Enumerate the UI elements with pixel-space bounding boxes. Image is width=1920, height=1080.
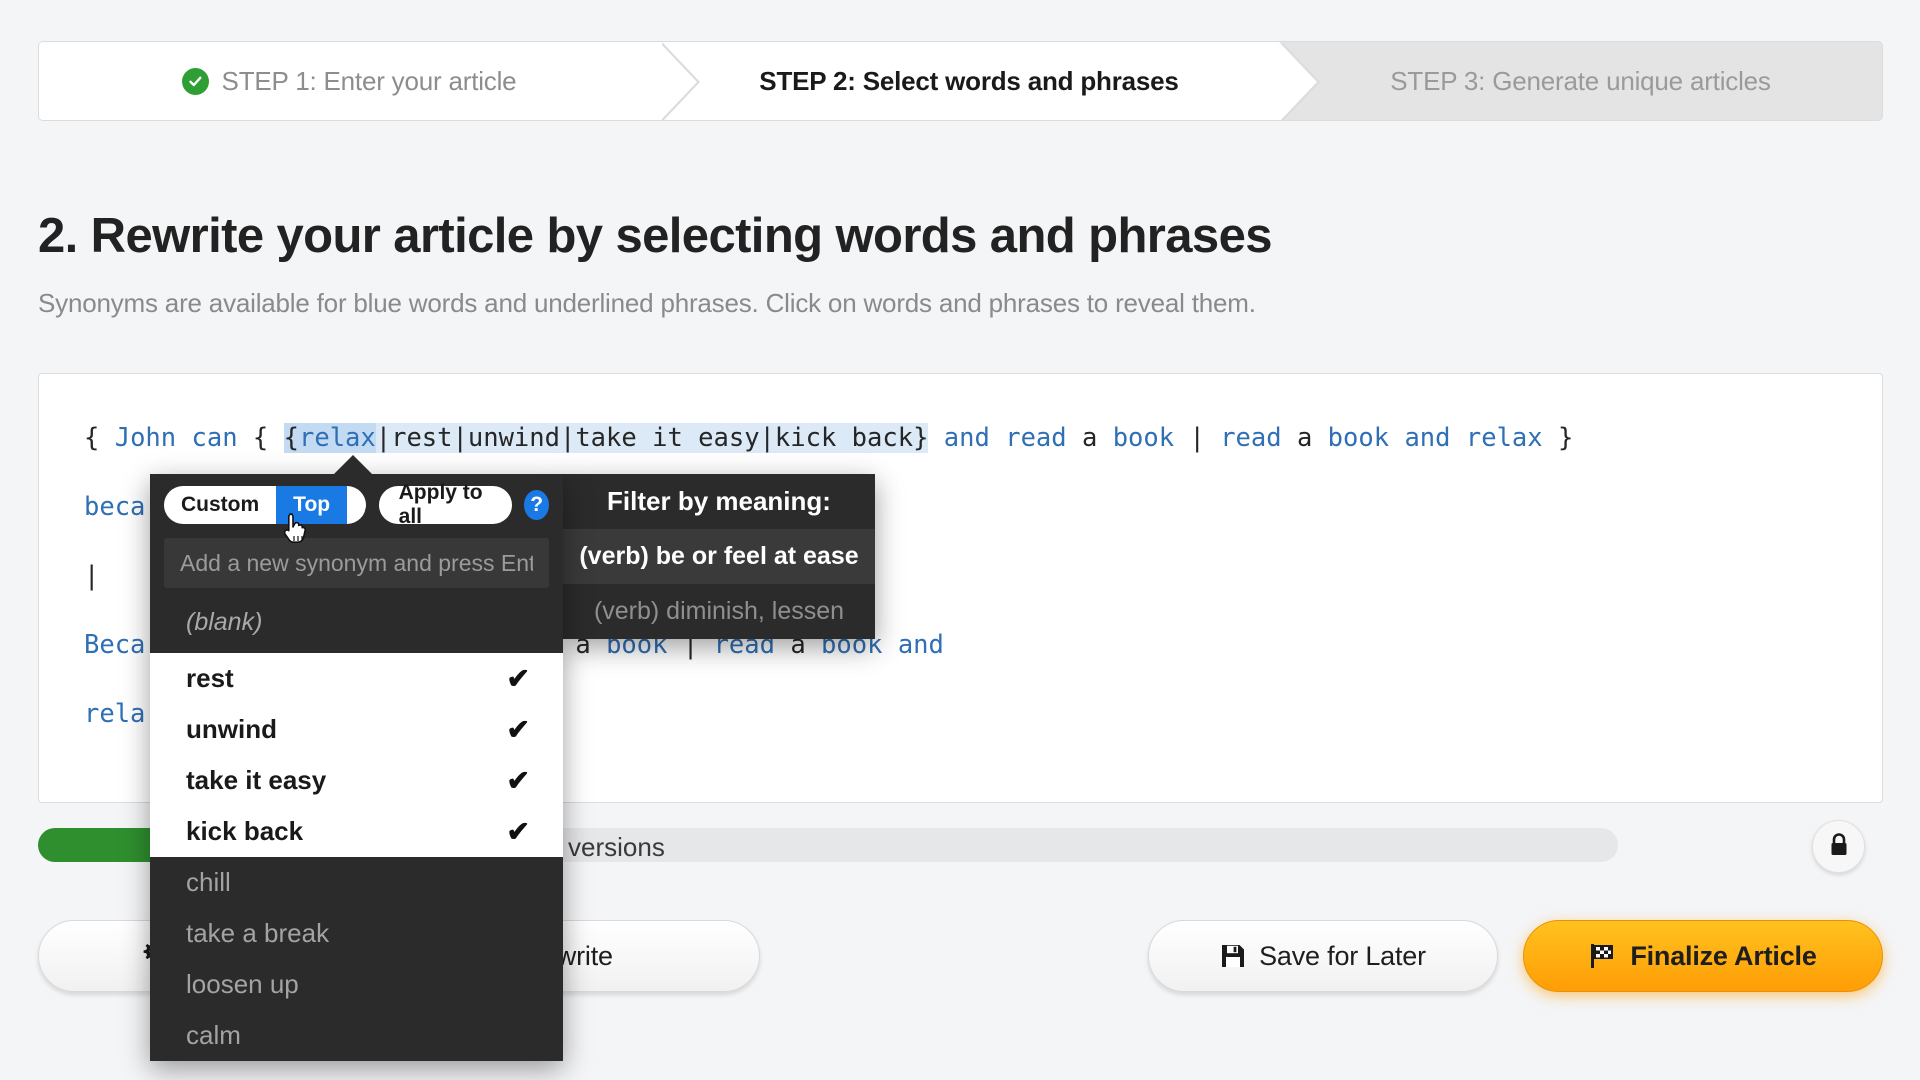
check-icon: ✔ <box>506 765 530 796</box>
t: a <box>1066 423 1113 453</box>
synonym-blank-label: (blank) <box>186 608 263 636</box>
page-root: STEP 1: Enter your article STEP 2: Selec… <box>0 0 1920 1080</box>
synonym-popup-toolbar: Custom Top All Apply to all ? <box>150 474 563 534</box>
article-line-2[interactable]: beca <box>84 492 145 522</box>
synonym-item-chill-label: chill <box>186 867 231 897</box>
synonym-item-take-it-easy[interactable]: take it easy ✔ <box>150 755 563 806</box>
t <box>882 630 897 660</box>
apply-to-all-label: Apply to all <box>398 481 483 528</box>
step-item-3[interactable]: STEP 3: Generate unique articles <box>1279 42 1882 120</box>
finalize-article-label: Finalize Article <box>1630 940 1817 971</box>
synonym-item-rest[interactable]: rest ✔ <box>150 653 563 704</box>
t: { <box>84 423 115 453</box>
save-for-later-label: Save for Later <box>1259 940 1426 971</box>
floppy-disk-icon <box>1220 943 1246 969</box>
meaning-option-1-label: (verb) diminish, lessen <box>593 597 845 625</box>
meaning-option-0-label: (verb) be or feel at ease <box>579 542 859 570</box>
article-line-5[interactable]: rela <box>84 699 145 729</box>
help-icon-label: ? <box>530 493 544 516</box>
synonym-item-kick-back-label: kick back <box>186 816 304 846</box>
help-icon[interactable]: ? <box>524 490 549 520</box>
t <box>1389 423 1404 453</box>
selected-synonyms-list: rest ✔ unwind ✔ take it easy ✔ kick back… <box>150 653 563 857</box>
word-relax-2[interactable]: relax <box>1466 423 1543 453</box>
synonym-item-take-it-easy-label: take it easy <box>186 765 327 795</box>
spin-open-brace: { <box>283 423 299 453</box>
tab-all[interactable]: All <box>347 486 366 524</box>
meaning-filter-panel: Filter by meaning: (verb) be or feel at … <box>563 474 875 639</box>
t: | <box>1174 423 1221 453</box>
spin-alternatives[interactable]: |rest|unwind|take it easy|kick back} <box>376 423 929 453</box>
t <box>990 423 1005 453</box>
tab-all-label: All <box>364 493 366 517</box>
tab-custom-label: Custom <box>181 493 260 516</box>
checkered-flag-icon <box>1589 942 1617 970</box>
word-and-2[interactable]: and <box>1404 423 1450 453</box>
synonym-item-calm[interactable]: calm <box>150 1010 563 1061</box>
check-icon: ✔ <box>506 714 530 745</box>
synonym-popup: Custom Top All Apply to all ? (blank) <box>150 474 563 1061</box>
synonym-item-loosen-up[interactable]: loosen up <box>150 959 563 1010</box>
unselected-synonyms-list: chill take a break loosen up calm <box>150 857 563 1061</box>
t: { <box>237 423 284 453</box>
word-john[interactable]: John <box>115 423 176 453</box>
meaning-option-0[interactable]: (verb) be or feel at ease <box>563 529 875 584</box>
word-and-b2[interactable]: and <box>898 630 944 660</box>
add-synonym-input[interactable] <box>164 538 549 588</box>
word-relax-selected[interactable]: relax <box>298 423 376 453</box>
article-line-4-start[interactable]: Beca <box>84 630 145 660</box>
t: a <box>1281 423 1328 453</box>
check-icon: ✔ <box>506 663 530 694</box>
finalize-article-button[interactable]: Finalize Article <box>1523 920 1883 992</box>
step-label-2: STEP 2: Select words and phrases <box>759 65 1179 96</box>
meaning-option-1[interactable]: (verb) diminish, lessen <box>563 584 875 639</box>
word-book[interactable]: book <box>1113 423 1174 453</box>
tab-custom[interactable]: Custom <box>164 486 276 524</box>
page-title: 2. Rewrite your article by selecting wor… <box>38 209 1272 263</box>
t: } <box>1542 423 1574 453</box>
synonym-item-calm-label: calm <box>186 1020 241 1050</box>
word-read-2[interactable]: read <box>1220 423 1281 453</box>
synonym-item-loosen-up-label: loosen up <box>186 969 299 999</box>
word-and[interactable]: and <box>944 423 990 453</box>
synonym-item-take-a-break-label: take a break <box>186 918 330 948</box>
step-progress-bar: STEP 1: Enter your article STEP 2: Selec… <box>38 41 1883 121</box>
synonym-mode-segmented-control: Custom Top All <box>164 486 366 524</box>
synonym-item-unwind-label: unwind <box>186 714 277 744</box>
step-label-3: STEP 3: Generate unique articles <box>1390 65 1771 96</box>
t <box>1451 423 1466 453</box>
word-can[interactable]: can <box>192 423 238 453</box>
word-read[interactable]: read <box>1005 423 1066 453</box>
page-subtitle: Synonyms are available for blue words an… <box>38 288 1256 318</box>
save-for-later-button[interactable]: Save for Later <box>1148 920 1498 992</box>
synonym-item-kick-back[interactable]: kick back ✔ <box>150 806 563 857</box>
synonym-item-chill[interactable]: chill <box>150 857 563 908</box>
check-icon: ✔ <box>506 816 530 847</box>
t <box>176 423 191 453</box>
synonym-blank-option[interactable]: (blank) <box>150 598 563 653</box>
versions-label: versions <box>568 832 665 862</box>
meaning-filter-title: Filter by meaning: <box>607 486 831 516</box>
apply-to-all-button[interactable]: Apply to all <box>378 481 513 528</box>
mouse-cursor-pointer-icon <box>282 512 312 553</box>
synonym-item-unwind[interactable]: unwind ✔ <box>150 704 563 755</box>
synonym-item-take-a-break[interactable]: take a break <box>150 908 563 959</box>
check-circle-icon <box>181 67 209 95</box>
step-item-2[interactable]: STEP 2: Select words and phrases <box>659 42 1320 120</box>
popup-caret <box>331 455 375 477</box>
article-line-3: | <box>84 561 100 591</box>
step-label-1: STEP 1: Enter your article <box>221 65 517 96</box>
lock-button[interactable] <box>1812 820 1865 873</box>
synonym-item-rest-label: rest <box>186 663 234 693</box>
t <box>928 423 943 453</box>
word-book-2[interactable]: book <box>1328 423 1389 453</box>
step-item-1[interactable]: STEP 1: Enter your article <box>39 42 700 120</box>
lock-icon <box>1828 832 1850 862</box>
